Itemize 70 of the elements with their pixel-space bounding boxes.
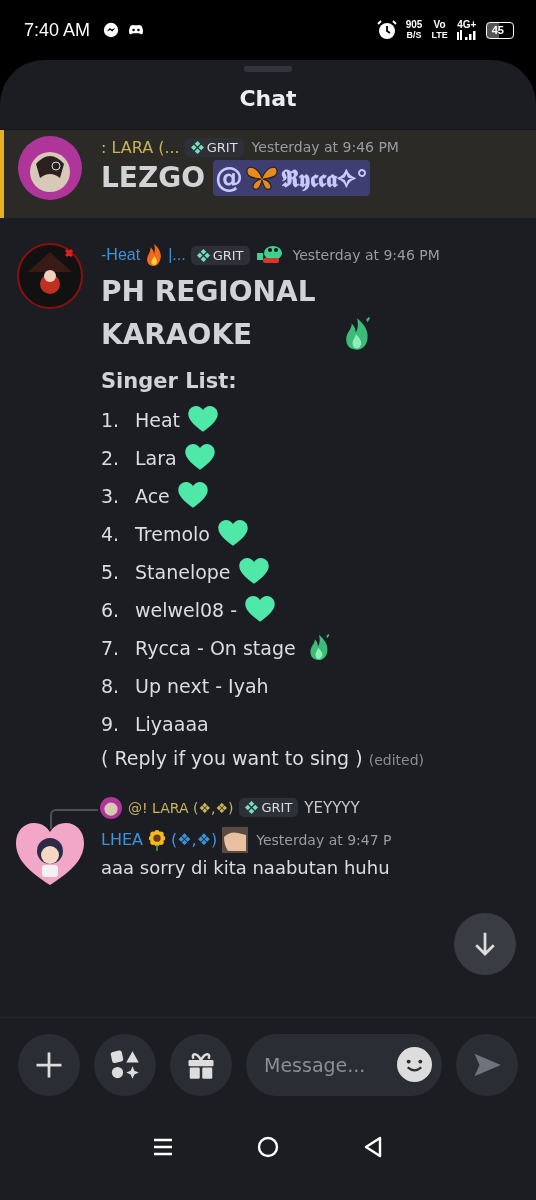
butterfly-icon — [245, 164, 280, 193]
author-name[interactable]: LHEA — [101, 830, 143, 850]
message-text: LEZGO — [101, 160, 206, 196]
plus-icon — [34, 1050, 64, 1080]
mention-at: @ — [215, 160, 244, 196]
hand-icon — [222, 826, 249, 853]
list-number: 5. — [101, 560, 121, 583]
list-item-text: Liyaaaa — [135, 712, 209, 735]
mention-name: 𝕽𝖞𝖈𝖈𝖆✧° — [281, 162, 369, 194]
author-name[interactable]: -Heat — [101, 246, 141, 264]
gem-icon — [245, 801, 259, 815]
sunflower-icon — [148, 828, 166, 851]
list-number: 1. — [101, 408, 121, 431]
battery-indicator: 45 — [485, 21, 514, 39]
role-label: GRIT — [261, 800, 293, 816]
network-type: 4G+ — [457, 20, 477, 30]
volte-label: Vo — [433, 20, 446, 30]
speed-unit: B/S — [406, 30, 422, 40]
timestamp: Yesterday at 9:46 PM — [251, 139, 399, 155]
clock-time: 7:40 AM — [24, 19, 91, 41]
timestamp: Yesterday at 9:47 P — [256, 831, 392, 848]
shapes-icon — [110, 1050, 140, 1080]
menu-icon[interactable] — [151, 1136, 174, 1158]
list-number: 8. — [101, 674, 121, 697]
reply-preview: YEYYYY — [304, 798, 360, 817]
mention-pill[interactable]: @ 𝕽𝖞𝖈𝖈𝖆✧° — [213, 160, 371, 197]
list-item-text: Stanelope — [135, 560, 231, 583]
list-item-text: Rycca - On stage — [135, 636, 296, 659]
message-text: ( Reply if you want to sing ) — [101, 746, 363, 769]
list-item-text: Ace — [135, 484, 170, 507]
emoji-icon[interactable] — [397, 1047, 432, 1082]
gem-icon — [196, 248, 210, 262]
list-number: 4. — [101, 522, 121, 545]
list-item-text: Heat — [135, 408, 181, 431]
lte-label: LTE — [431, 30, 448, 40]
message-title: PH REGIONAL KARAOKE — [101, 274, 317, 354]
author-name-suffix: |... — [168, 246, 186, 264]
list-item-text: welwel08 - — [135, 598, 238, 621]
author-name[interactable]: : LARA (... — [101, 137, 180, 157]
home-icon[interactable] — [257, 1136, 279, 1158]
list-heading: Singer List: — [101, 368, 238, 393]
list-item-text: Lara — [135, 446, 177, 469]
gem-icon — [190, 140, 204, 154]
author-name-suffix: (❖,❖) — [171, 830, 218, 850]
avatar — [16, 242, 84, 310]
gift-icon — [186, 1050, 216, 1080]
reply-author[interactable]: @! LARA (❖,❖) — [128, 799, 234, 816]
list-number: 2. — [101, 446, 121, 469]
role-label: GRIT — [206, 139, 238, 155]
edited-label: (edited) — [368, 751, 424, 768]
role-label: GRIT — [212, 247, 244, 263]
frog-icon — [254, 245, 285, 265]
list-item-text: Up next - Iyah — [135, 674, 269, 697]
list-number: 7. — [101, 636, 121, 659]
avatar — [16, 822, 84, 887]
messenger-icon — [103, 22, 120, 38]
avatar — [16, 134, 84, 202]
list-item-text: Tremolo — [135, 522, 210, 545]
alarm-icon — [376, 20, 397, 40]
message-input[interactable]: Message... — [246, 1034, 442, 1096]
data-speed: 905 — [405, 20, 423, 30]
fire-icon — [145, 244, 164, 266]
timestamp: Yesterday at 9:46 PM — [292, 247, 440, 263]
signal-icon — [456, 30, 477, 40]
list-number: 3. — [101, 484, 121, 507]
small-avatar — [100, 796, 122, 819]
chat-title: Chat — [238, 85, 298, 113]
message-text: aaa sorry di kita naabutan huhu — [101, 856, 391, 878]
list-number: 9. — [101, 712, 121, 735]
list-number: 6. — [101, 598, 121, 621]
